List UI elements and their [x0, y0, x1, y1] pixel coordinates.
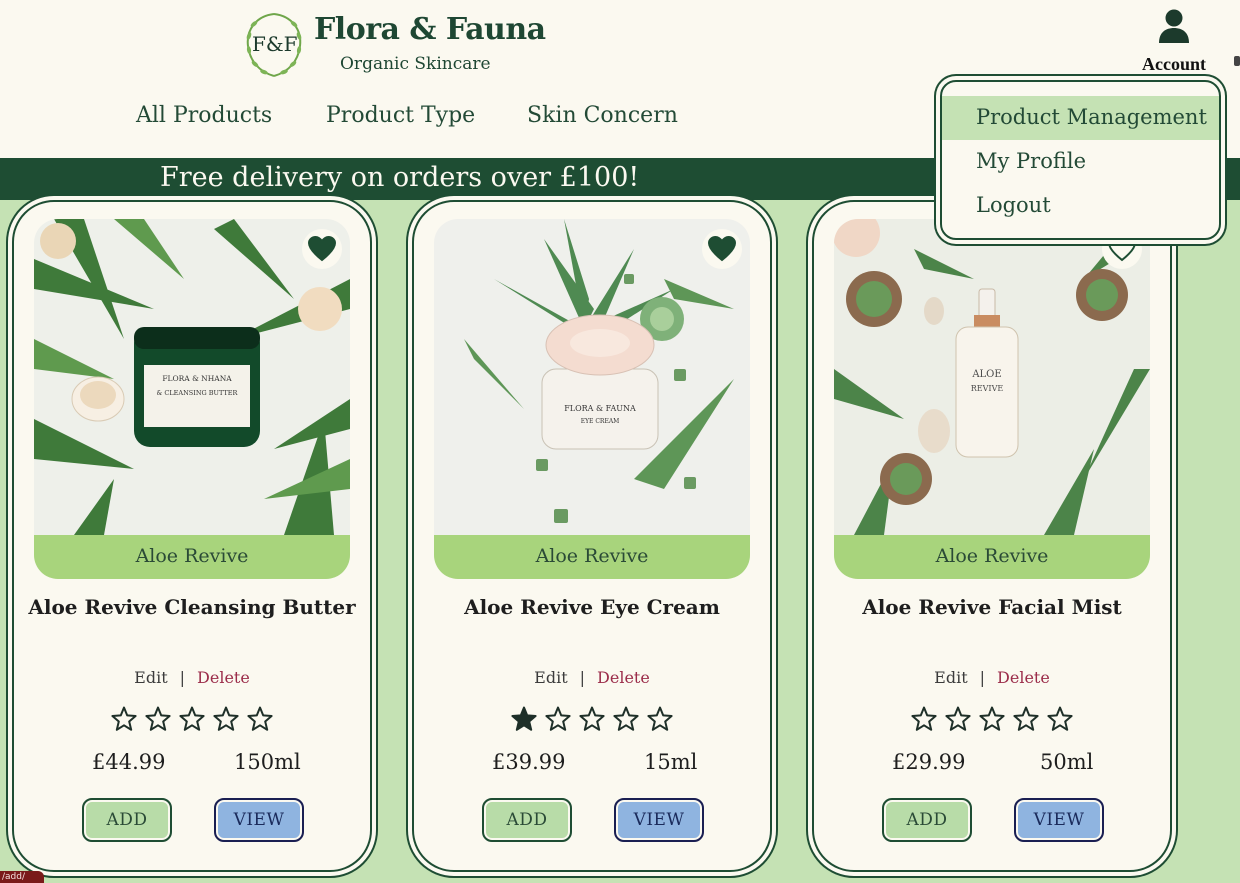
product-photo: FLORA & FAUNA EYE CREAM — [434, 219, 750, 535]
favourite-button[interactable] — [302, 229, 342, 269]
heart-icon — [308, 236, 336, 262]
add-to-cart-button[interactable]: ADD — [482, 798, 572, 842]
nav-skin-concern[interactable]: Skin Concern — [527, 103, 678, 128]
menu-item-my-profile[interactable]: My Profile — [942, 140, 1219, 184]
admin-actions: Edit | Delete — [414, 668, 770, 687]
nav-product-type[interactable]: Product Type — [326, 103, 475, 128]
add-to-cart-button[interactable]: ADD — [82, 798, 172, 842]
star-icon[interactable] — [247, 706, 273, 732]
star-rating — [814, 706, 1170, 736]
product-brand: Aloe Revive — [834, 535, 1150, 579]
product-card: FLORA & NHANA & CLEANSING BUTTER Aloe Re… — [12, 200, 372, 872]
edit-link[interactable]: Edit — [134, 668, 167, 687]
product-image[interactable]: ALOE REVIVE — [834, 219, 1150, 535]
product-size: 50ml — [1040, 750, 1094, 774]
user-icon — [1159, 9, 1189, 43]
heart-icon — [708, 236, 736, 262]
product-card: FLORA & FAUNA EYE CREAM Aloe Revive Aloe… — [412, 200, 772, 872]
star-rating — [414, 706, 770, 736]
view-product-button[interactable]: VIEW — [1014, 798, 1104, 842]
jar-label-line1: FLORA & FAUNA — [564, 404, 636, 413]
star-icon[interactable] — [579, 706, 605, 732]
cart-icon[interactable] — [1234, 56, 1240, 66]
brand-name: Flora & Fauna — [314, 12, 546, 47]
logo-monogram: F&F — [252, 32, 298, 56]
delete-link[interactable]: Delete — [597, 668, 650, 687]
product-price: £29.99 — [892, 750, 966, 774]
star-icon[interactable] — [111, 706, 137, 732]
star-icon[interactable] — [213, 706, 239, 732]
view-product-button[interactable]: VIEW — [614, 798, 704, 842]
product-price: £39.99 — [492, 750, 566, 774]
star-icon[interactable] — [647, 706, 673, 732]
star-icon[interactable] — [979, 706, 1005, 732]
separator: | — [979, 668, 986, 687]
product-image[interactable]: FLORA & NHANA & CLEANSING BUTTER — [34, 219, 350, 535]
star-rating — [14, 706, 370, 736]
brand-tagline: Organic Skincare — [340, 54, 491, 74]
nav-all-products[interactable]: All Products — [136, 103, 272, 128]
product-name: Aloe Revive Eye Cream — [464, 595, 720, 619]
logo-badge: F&F — [244, 8, 304, 80]
delete-link[interactable]: Delete — [997, 668, 1050, 687]
delete-link[interactable]: Delete — [197, 668, 250, 687]
status-url: /add/ — [0, 871, 44, 883]
star-icon[interactable] — [545, 706, 571, 732]
account-button[interactable]: Account — [1132, 8, 1216, 75]
product-price: £44.99 — [92, 750, 166, 774]
product-size: 15ml — [644, 750, 698, 774]
banner-text: Free delivery on orders over £100! — [160, 162, 640, 193]
star-filled-icon[interactable] — [511, 706, 537, 732]
bottle-label-line1: ALOE — [971, 369, 1001, 380]
jar-label-line1: FLORA & NHANA — [162, 374, 232, 383]
edit-link[interactable]: Edit — [534, 668, 567, 687]
product-photo: FLORA & NHANA & CLEANSING BUTTER — [34, 219, 350, 535]
star-icon[interactable] — [945, 706, 971, 732]
product-brand: Aloe Revive — [434, 535, 750, 579]
star-icon[interactable] — [613, 706, 639, 732]
star-icon[interactable] — [179, 706, 205, 732]
jar-label-line2: EYE CREAM — [581, 418, 620, 425]
menu-item-product-management[interactable]: Product Management — [942, 96, 1219, 140]
jar-label-line2: & CLEANSING BUTTER — [157, 389, 239, 397]
star-icon[interactable] — [145, 706, 171, 732]
bottle-label-line2: REVIVE — [971, 384, 1004, 393]
star-icon[interactable] — [1047, 706, 1073, 732]
star-icon[interactable] — [1013, 706, 1039, 732]
admin-actions: Edit | Delete — [814, 668, 1170, 687]
add-to-cart-button[interactable]: ADD — [882, 798, 972, 842]
product-brand: Aloe Revive — [34, 535, 350, 579]
product-name: Aloe Revive Facial Mist — [862, 595, 1122, 619]
menu-item-logout[interactable]: Logout — [942, 184, 1219, 228]
product-name: Aloe Revive Cleansing Butter — [28, 595, 356, 619]
separator: | — [579, 668, 586, 687]
favourite-button[interactable] — [702, 229, 742, 269]
admin-actions: Edit | Delete — [14, 668, 370, 687]
product-image[interactable]: FLORA & FAUNA EYE CREAM — [434, 219, 750, 535]
product-size: 150ml — [234, 750, 301, 774]
product-card: ALOE REVIVE Aloe Revive Aloe Revive Faci… — [812, 200, 1172, 872]
edit-link[interactable]: Edit — [934, 668, 967, 687]
star-icon[interactable] — [911, 706, 937, 732]
product-photo: ALOE REVIVE — [834, 219, 1150, 535]
account-dropdown: Product Management My Profile Logout — [940, 80, 1221, 240]
view-product-button[interactable]: VIEW — [214, 798, 304, 842]
account-label: Account — [1142, 54, 1206, 74]
separator: | — [179, 668, 186, 687]
